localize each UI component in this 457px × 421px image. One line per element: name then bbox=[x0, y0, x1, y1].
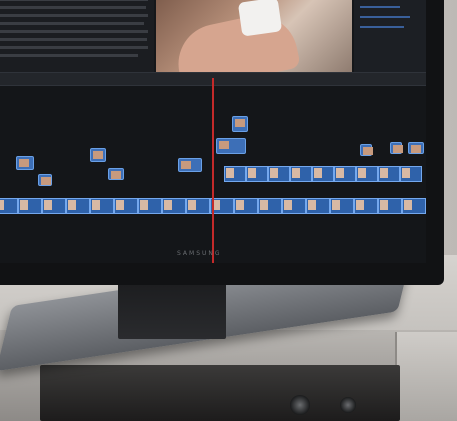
clip-thumbnail bbox=[308, 200, 316, 210]
connected-clip[interactable] bbox=[16, 156, 34, 170]
clip-thumbnail bbox=[404, 200, 412, 210]
track-clip[interactable] bbox=[268, 166, 290, 182]
clip-thumbnail bbox=[402, 168, 410, 178]
connected-clip[interactable] bbox=[108, 168, 124, 180]
clip-thumbnail bbox=[181, 161, 191, 169]
shelf-opening bbox=[40, 365, 400, 421]
track-clip[interactable] bbox=[0, 198, 18, 214]
clip-thumbnail bbox=[332, 200, 340, 210]
track-clip[interactable] bbox=[306, 198, 330, 214]
track-clip[interactable] bbox=[378, 166, 400, 182]
hand-image bbox=[171, 8, 301, 72]
track-clip[interactable] bbox=[234, 198, 258, 214]
list-row bbox=[0, 46, 148, 49]
clip-thumbnail bbox=[260, 200, 268, 210]
clip-thumbnail bbox=[358, 168, 366, 178]
video-viewer bbox=[156, 0, 352, 72]
connected-clip[interactable] bbox=[408, 142, 424, 154]
clip-thumbnail bbox=[284, 200, 292, 210]
connected-clip[interactable] bbox=[38, 174, 52, 186]
connected-clip[interactable] bbox=[390, 142, 403, 154]
track-clip[interactable] bbox=[246, 166, 268, 182]
list-row bbox=[0, 0, 148, 1]
clip-thumbnail bbox=[68, 200, 76, 210]
track-clip[interactable] bbox=[378, 198, 402, 214]
inspector-row bbox=[360, 6, 400, 8]
clip-thumbnail bbox=[236, 200, 244, 210]
connected-clip[interactable] bbox=[178, 158, 202, 172]
clip-thumbnail bbox=[93, 151, 103, 159]
track-clip[interactable] bbox=[330, 198, 354, 214]
track-clip[interactable] bbox=[354, 198, 378, 214]
device-knob bbox=[290, 395, 310, 415]
browser-panel bbox=[0, 0, 154, 72]
list-row bbox=[0, 22, 144, 25]
monitor-screen bbox=[0, 0, 426, 263]
inspector-panel bbox=[354, 0, 426, 72]
track-clip[interactable] bbox=[356, 166, 378, 182]
clip-thumbnail bbox=[41, 177, 51, 185]
object-image bbox=[237, 0, 283, 37]
clip-thumbnail bbox=[20, 200, 28, 210]
track-clip[interactable] bbox=[162, 198, 186, 214]
clip-thumbnail bbox=[92, 200, 100, 210]
list-row bbox=[0, 38, 147, 41]
side-cabinet bbox=[395, 332, 457, 421]
connected-clip[interactable] bbox=[90, 148, 106, 162]
connected-clip[interactable] bbox=[232, 116, 248, 132]
clip-thumbnail bbox=[314, 168, 322, 178]
track-clip[interactable] bbox=[290, 166, 312, 182]
clip-thumbnail bbox=[140, 200, 148, 210]
inspector-row bbox=[360, 16, 410, 18]
clip-thumbnail bbox=[116, 200, 124, 210]
track-clip[interactable] bbox=[224, 166, 246, 182]
track-clip[interactable] bbox=[90, 198, 114, 214]
clip-thumbnail bbox=[226, 168, 234, 178]
clip-thumbnail bbox=[111, 171, 121, 179]
track-clip[interactable] bbox=[186, 198, 210, 214]
track-clip[interactable] bbox=[312, 166, 334, 182]
secondary-storyline bbox=[224, 166, 424, 182]
clip-thumbnail bbox=[336, 168, 344, 178]
track-clip[interactable] bbox=[400, 166, 422, 182]
clip-thumbnail bbox=[393, 145, 403, 153]
clip-thumbnail bbox=[235, 119, 245, 127]
monitor-brand-logo: SAMSUNG bbox=[177, 250, 222, 257]
clip-thumbnail bbox=[0, 200, 4, 210]
list-row bbox=[0, 6, 146, 9]
track-clip[interactable] bbox=[18, 198, 42, 214]
track-clip[interactable] bbox=[138, 198, 162, 214]
track-clip[interactable] bbox=[402, 198, 426, 214]
track-clip[interactable] bbox=[42, 198, 66, 214]
connected-clip[interactable] bbox=[360, 144, 373, 156]
inspector-row bbox=[360, 26, 404, 28]
clip-thumbnail bbox=[188, 200, 196, 210]
clip-thumbnail bbox=[44, 200, 52, 210]
clip-thumbnail bbox=[356, 200, 364, 210]
clip-thumbnail bbox=[19, 159, 29, 167]
clip-thumbnail bbox=[292, 168, 300, 178]
track-clip[interactable] bbox=[114, 198, 138, 214]
monitor: SAMSUNG bbox=[0, 0, 444, 285]
clip-thumbnail bbox=[270, 168, 278, 178]
clip-thumbnail bbox=[363, 147, 373, 155]
clip-thumbnail bbox=[219, 141, 229, 149]
list-row bbox=[0, 30, 148, 33]
connected-clip[interactable] bbox=[216, 138, 246, 154]
list-row bbox=[0, 54, 138, 57]
track-clip[interactable] bbox=[258, 198, 282, 214]
playhead-marker[interactable] bbox=[212, 78, 214, 263]
clip-thumbnail bbox=[248, 168, 256, 178]
track-clip[interactable] bbox=[282, 198, 306, 214]
list-row bbox=[0, 14, 148, 17]
clip-thumbnail bbox=[411, 145, 421, 153]
track-clip[interactable] bbox=[334, 166, 356, 182]
clip-thumbnail bbox=[380, 200, 388, 210]
device-knob bbox=[340, 397, 356, 413]
track-clip[interactable] bbox=[66, 198, 90, 214]
clip-thumbnail bbox=[380, 168, 388, 178]
clip-thumbnail bbox=[164, 200, 172, 210]
